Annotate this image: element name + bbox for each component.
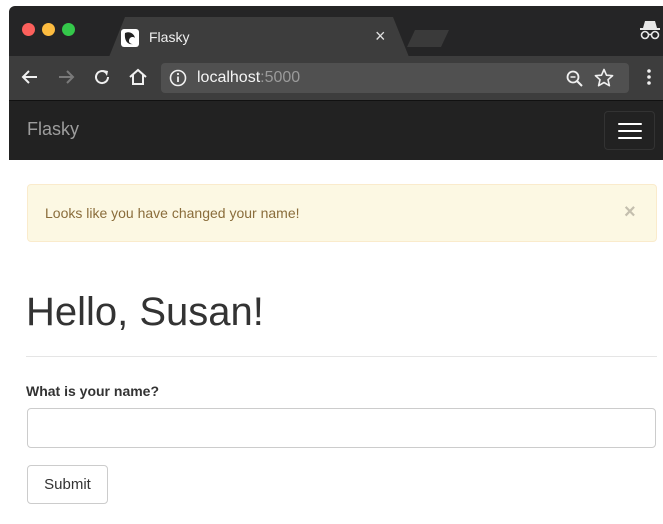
tab-strip: Flasky × [9,6,663,56]
hamburger-line [618,130,642,132]
new-tab-button[interactable] [407,30,449,47]
zoom-icon[interactable] [565,69,585,89]
reload-icon[interactable] [91,66,113,88]
flash-alert: Looks like you have changed your name! × [27,184,657,242]
name-input[interactable] [27,408,656,448]
page-heading: Hello, Susan! [26,290,264,334]
close-window-button[interactable] [22,23,35,36]
site-navbar: Flasky [9,100,663,160]
browser-tab[interactable]: Flasky × [109,17,409,57]
incognito-icon [639,18,661,42]
flask-favicon-icon [121,29,139,47]
address-bar[interactable]: localhost:5000 [161,63,629,93]
home-icon[interactable] [127,66,149,88]
info-icon[interactable] [169,69,187,87]
url-text[interactable]: localhost:5000 [197,69,300,87]
heading-divider [26,356,657,357]
back-arrow-icon[interactable] [19,66,41,88]
tab-close-icon[interactable]: × [375,26,386,46]
forward-arrow-icon[interactable] [55,66,77,88]
submit-button[interactable]: Submit [27,465,108,504]
hamburger-line [618,137,642,139]
page-content: Looks like you have changed your name! ×… [9,160,663,524]
browser-menu-icon[interactable] [639,66,659,88]
hamburger-line [618,123,642,125]
browser-window: Flasky × localhost:5000 Flasky Looks lik… [9,6,663,524]
maximize-window-button[interactable] [62,23,75,36]
url-host: localhost [197,69,261,86]
url-port: :5000 [260,69,301,86]
alert-message: Looks like you have changed your name! [45,205,300,221]
browser-toolbar: localhost:5000 [9,56,663,100]
tab-title: Flasky [149,29,190,45]
bookmark-star-icon[interactable] [593,67,615,89]
alert-close-icon[interactable]: × [624,201,636,224]
minimize-window-button[interactable] [42,23,55,36]
name-label: What is your name? [26,383,160,399]
navbar-brand[interactable]: Flasky [27,119,79,140]
navbar-toggle-button[interactable] [604,111,655,150]
